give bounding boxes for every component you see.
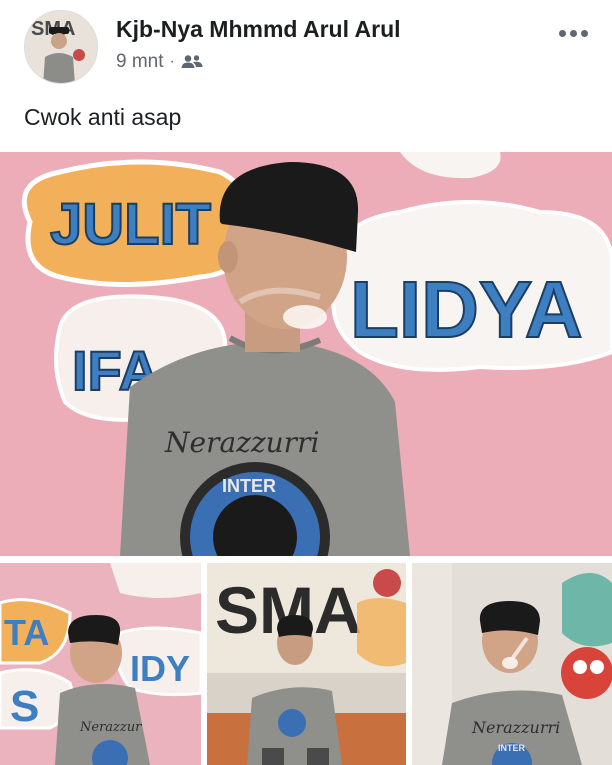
- avatar-image: SMA: [25, 11, 97, 83]
- author-name[interactable]: Kjb-Nya Mhmmd Arul Arul: [116, 16, 401, 43]
- meta-separator: ·: [169, 53, 175, 70]
- wall-text-lidya: LIDYA: [350, 265, 583, 354]
- badge-text: INTER: [222, 476, 276, 496]
- wall-text-julit: JULIT: [50, 192, 211, 257]
- post-caption: Cwok anti asap: [24, 104, 182, 130]
- thumb1-shirt-text: Nerazzur: [79, 720, 142, 735]
- photo-thumbnails: TA S IDY Nerazzur SMA Nerazzurri INTER: [0, 563, 612, 765]
- main-photo[interactable]: JULIT LIDYA IFA Nerazzurri INTER: [0, 152, 612, 556]
- timestamp[interactable]: 9 mnt: [116, 51, 164, 73]
- thumb3-badge-text: INTER: [498, 743, 526, 753]
- post-meta: 9 mnt ·: [116, 51, 203, 73]
- thumbnail-photo-1[interactable]: TA S IDY Nerazzur: [0, 563, 201, 765]
- more-options-icon[interactable]: [556, 26, 590, 40]
- thumb1-text-a: TA: [4, 612, 49, 653]
- thumbnail-photo-3[interactable]: Nerazzurri INTER: [412, 563, 612, 765]
- thumb1-text-b: S: [10, 682, 39, 731]
- thumbnail-photo-2[interactable]: SMA: [207, 563, 406, 765]
- friends-icon[interactable]: [181, 54, 203, 70]
- post-header: SMA Kjb-Nya Mhmmd Arul Arul 9 mnt ·: [0, 0, 612, 90]
- thumb3-shirt-text: Nerazzurri: [471, 718, 560, 737]
- thumb1-text-c: IDY: [130, 648, 190, 689]
- shirt-text: Nerazzurri: [164, 426, 319, 459]
- avatar[interactable]: SMA: [24, 10, 98, 84]
